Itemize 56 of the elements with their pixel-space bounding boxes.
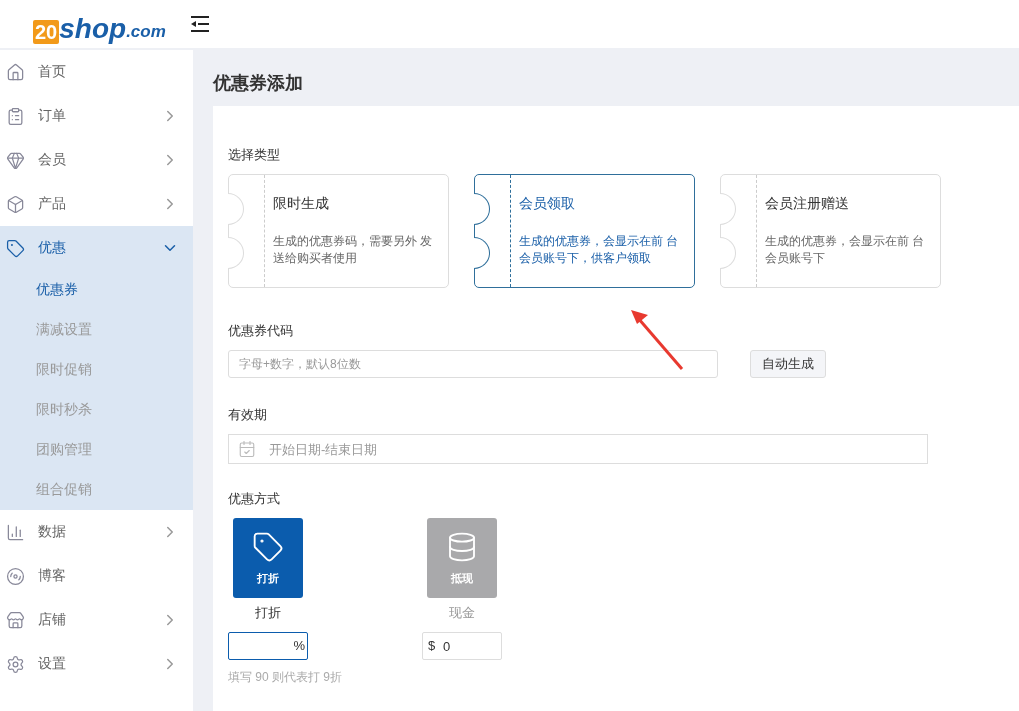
sidebar-item[interactable]: 店铺	[0, 598, 193, 642]
annotation-arrow	[628, 308, 686, 372]
sidebar-item[interactable]: 订单	[0, 94, 193, 138]
menu-item-icon	[6, 106, 25, 126]
submenu-item[interactable]: 优惠券	[0, 270, 193, 310]
coupon-type-description: 生成的优惠券，会显示在前 台会员账号下，供客户领取	[519, 233, 680, 267]
page-title: 优惠券添加	[213, 72, 304, 95]
sidebar-item[interactable]: 博客	[0, 554, 193, 598]
method-caption: 打折	[254, 604, 282, 622]
menu-item-icon	[6, 610, 25, 630]
ticket-notch	[474, 237, 490, 269]
ticket-notch	[720, 193, 736, 225]
menu-item-icon	[6, 566, 25, 586]
menu-item-icon	[6, 194, 25, 214]
coupon-type-card[interactable]: 会员领取 生成的优惠券，会显示在前 台会员账号下，供客户领取	[474, 174, 695, 288]
unit-symbol: %	[293, 638, 305, 654]
menu-collapse-icon[interactable]	[189, 14, 210, 34]
menu-item-icon	[6, 62, 25, 82]
hint-text: 填写 90 则代表打 9折	[228, 669, 343, 686]
coupon-type-card[interactable]: 限时生成 生成的优惠券码，需要另外 发送给购买者使用	[228, 174, 449, 288]
menu-item-icon	[6, 654, 25, 674]
ticket-notch	[474, 193, 490, 225]
sidebar-item[interactable]: 首页	[0, 50, 193, 94]
sidebar-item[interactable]: 优惠	[0, 226, 193, 270]
sidebar-item[interactable]: 数据	[0, 510, 193, 554]
auto-generate-button[interactable]: 自动生成	[750, 350, 826, 378]
amount-field[interactable]	[228, 632, 308, 660]
date-range-field[interactable]: 开始日期-结束日期	[228, 434, 928, 464]
coupon-type-description: 生成的优惠券，会显示在前 台会员账号下	[765, 233, 926, 267]
menu-item-icon	[6, 522, 25, 542]
coupon-type-card[interactable]: 会员注册赠送 生成的优惠券，会显示在前 台会员账号下	[720, 174, 941, 288]
menu-item-icon	[6, 150, 25, 170]
ticket-notch	[720, 237, 736, 269]
field-label: 选择类型	[228, 146, 281, 164]
coupon-type-title: 限时生成	[273, 195, 330, 213]
discount-method-tile[interactable]: 打折	[233, 518, 303, 598]
logo-badge: 20	[33, 20, 60, 44]
ticket-notch	[228, 237, 244, 269]
coupon-code-field[interactable]: 字母+数字，默认8位数	[228, 350, 718, 378]
method-caption: 现金	[448, 604, 477, 622]
logo-suffix: .com	[126, 22, 166, 41]
menu-item-icon	[6, 238, 25, 258]
unit-symbol: $	[428, 638, 436, 654]
sidebar-item[interactable]: 会员	[0, 138, 193, 182]
coupon-type-description: 生成的优惠券码，需要另外 发送给购买者使用	[273, 233, 434, 267]
coupon-type-title: 会员领取	[519, 195, 576, 213]
logo-text: shop	[59, 14, 127, 44]
field-label: 优惠券代码	[228, 322, 294, 340]
ticket-notch	[228, 193, 244, 225]
price-tag-icon	[252, 530, 284, 563]
sidebar-item[interactable]: 产品	[0, 182, 193, 226]
calendar-icon	[238, 440, 256, 458]
coupon-type-title: 会员注册赠送	[765, 195, 850, 213]
field-label: 有效期	[228, 406, 268, 424]
sidebar-item[interactable]: 设置	[0, 642, 193, 686]
field-label: 优惠方式	[228, 490, 281, 508]
